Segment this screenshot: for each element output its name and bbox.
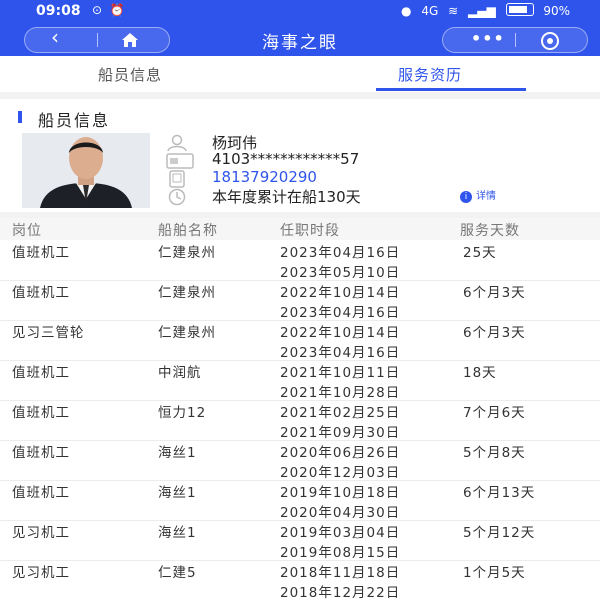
cell-days: 1个月5天	[463, 565, 526, 581]
app-header: 09:08 ⊙ ⏰ ● 4G ≋ ▂▄▆ 90% ‹ 海事之眼 •••	[0, 0, 600, 56]
cell-days: 6个月13天	[463, 485, 536, 501]
cell-ship: 恒力12	[158, 405, 207, 421]
cell-position: 见习三管轮	[12, 325, 85, 341]
cell-position: 值班机工	[12, 365, 70, 381]
cell-position: 值班机工	[12, 285, 70, 301]
tab-service-record[interactable]: 服务资历	[398, 64, 462, 85]
cell-position: 值班机工	[12, 445, 70, 461]
table-row: 见习机工 仁建5 2018年11月18日 ~ 2018年12月22日 1个月5天	[0, 560, 600, 601]
cell-ship: 仁建泉州	[158, 245, 216, 261]
cell-end-date: 2019年08月15日	[280, 545, 401, 561]
cell-start-date: 2019年03月04日	[280, 525, 401, 541]
crew-phone[interactable]: 18137920290	[212, 168, 317, 186]
tab-crew-info[interactable]: 船员信息	[98, 64, 162, 85]
cell-days: 5个月8天	[463, 445, 526, 461]
table-row: 值班机工 恒力12 2021年02月25日 ~ 2021年09月30日 7个月6…	[0, 400, 600, 441]
cell-end-date: 2023年04月16日	[280, 305, 401, 321]
signal-icon: ▂▄▆	[467, 4, 496, 18]
table-row: 值班机工 海丝1 2020年06月26日 ~ 2020年12月03日 5个月8天	[0, 440, 600, 481]
table-row: 见习三管轮 仁建泉州 2022年10月14日 ~ 2023年04月16日 6个月…	[0, 320, 600, 361]
status-time: 09:08	[36, 3, 81, 19]
cell-end-date: 2018年12月22日	[280, 585, 401, 601]
table-header: 岗位 船舶名称 任职时段 服务天数	[0, 218, 600, 240]
cell-position: 值班机工	[12, 405, 70, 421]
cell-position: 值班机工	[12, 485, 70, 501]
network-type: 4G	[421, 4, 439, 18]
battery-percent: 90%	[543, 4, 570, 18]
capsule-divider	[515, 33, 516, 47]
detail-link[interactable]: i 详情	[460, 187, 496, 203]
table-row: 值班机工 中润航 2021年10月11日 ~ 2021年10月28日 18天	[0, 360, 600, 401]
cell-days: 6个月3天	[463, 325, 526, 341]
cell-ship: 海丝1	[158, 445, 197, 461]
cell-days: 7个月6天	[463, 405, 526, 421]
table-row: 值班机工 海丝1 2019年10月18日 ~ 2020年04月30日 6个月13…	[0, 480, 600, 521]
header-days: 服务天数	[460, 223, 520, 239]
cell-days: 25天	[463, 245, 497, 261]
cell-end-date: 2021年10月28日	[280, 385, 401, 401]
location-icon: ●	[401, 4, 412, 18]
cell-start-date: 2022年10月14日	[280, 285, 401, 301]
cell-ship: 仁建泉州	[158, 325, 216, 341]
cell-end-date: 2023年04月16日	[280, 345, 401, 361]
header-ship: 船舶名称	[158, 223, 218, 239]
cell-ship: 中润航	[158, 365, 202, 381]
cell-days: 18天	[463, 365, 497, 381]
table-row: 值班机工 仁建泉州 2023年04月16日 ~ 2023年05月10日 25天	[0, 240, 600, 281]
cell-end-date: 2021年09月30日	[280, 425, 401, 441]
cell-ship: 仁建泉州	[158, 285, 216, 301]
header-period: 任职时段	[280, 223, 340, 239]
menu-capsule: •••	[442, 27, 588, 53]
cell-start-date: 2018年11月18日	[280, 565, 401, 581]
cell-start-date: 2020年06月26日	[280, 445, 401, 461]
cell-position: 见习机工	[12, 525, 70, 541]
cell-start-date: 2022年10月14日	[280, 325, 401, 341]
cell-ship: 海丝1	[158, 525, 197, 541]
cell-end-date: 2020年04月30日	[280, 505, 401, 521]
more-dots-icon[interactable]: •••	[471, 29, 505, 48]
cell-days: 5个月12天	[463, 525, 536, 541]
cell-ship: 仁建5	[158, 565, 197, 581]
table-row: 见习机工 海丝1 2019年03月04日 ~ 2019年08月15日 5个月12…	[0, 520, 600, 561]
wifi-icon: ≋	[448, 4, 459, 18]
cell-start-date: 2021年02月25日	[280, 405, 401, 421]
detail-label: 详情	[476, 191, 496, 202]
active-tab-indicator	[376, 88, 526, 91]
cell-ship: 海丝1	[158, 485, 197, 501]
cell-days: 6个月3天	[463, 285, 526, 301]
cell-position: 值班机工	[12, 245, 70, 261]
section-title: 船员信息	[38, 111, 111, 130]
cell-position: 见习机工	[12, 565, 70, 581]
cell-start-date: 2023年04月16日	[280, 245, 401, 261]
header-position: 岗位	[12, 223, 42, 239]
section-spacer	[0, 92, 600, 99]
cell-end-date: 2020年12月03日	[280, 465, 401, 481]
target-icon[interactable]	[541, 32, 559, 50]
cell-start-date: 2019年10月18日	[280, 485, 401, 501]
cell-start-date: 2021年10月11日	[280, 365, 401, 381]
status-bar: 09:08 ⊙ ⏰ ● 4G ≋ ▂▄▆ 90%	[0, 0, 600, 22]
section-accent-bar	[18, 111, 22, 123]
info-icon: i	[460, 191, 472, 203]
table-row: 值班机工 仁建泉州 2022年10月14日 ~ 2023年04月16日 6个月3…	[0, 280, 600, 321]
crew-id-number: 4103************57	[212, 150, 360, 168]
status-notification-icons: ⊙ ⏰	[92, 3, 127, 17]
battery-icon	[505, 3, 534, 16]
status-right: ● 4G ≋ ▂▄▆ 90%	[395, 3, 570, 18]
cell-end-date: 2023年05月10日	[280, 265, 401, 281]
crew-days-summary: 本年度累计在船130天	[212, 188, 361, 206]
clock-icon	[166, 188, 188, 210]
crew-photo	[22, 133, 150, 208]
